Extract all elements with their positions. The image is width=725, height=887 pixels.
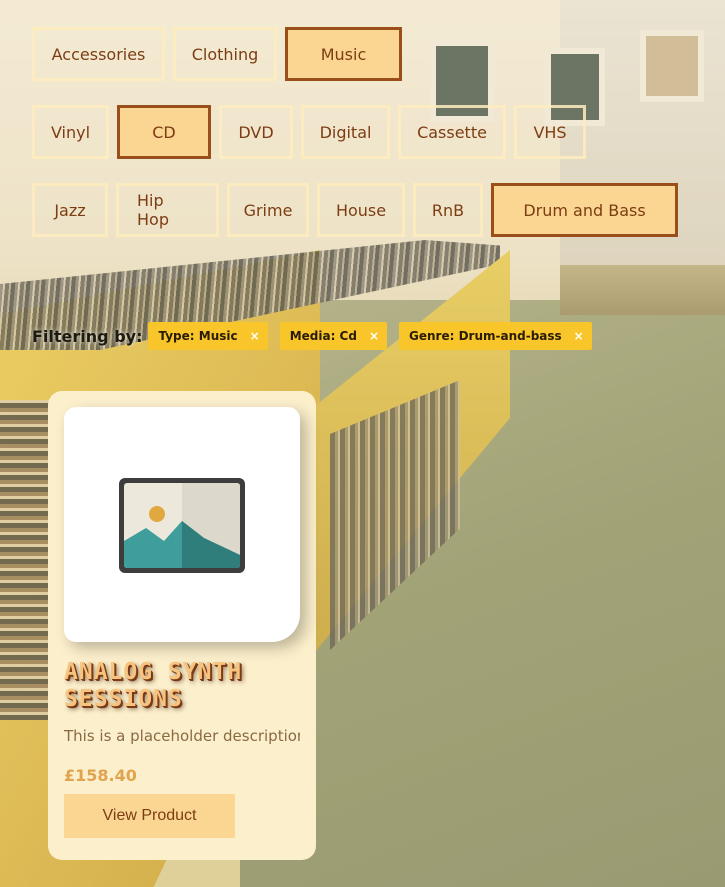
filter-pill-grime[interactable]: Grime <box>227 183 309 237</box>
filter-pill-accessories[interactable]: Accessories <box>32 27 165 81</box>
product-description: This is a placeholder description <box>64 727 300 745</box>
filter-pill-vinyl[interactable]: Vinyl <box>32 105 109 159</box>
type-filter-row: Accessories Clothing Music <box>32 27 410 81</box>
filter-pill-music[interactable]: Music <box>285 27 402 81</box>
filter-pill-rnb[interactable]: RnB <box>413 183 483 237</box>
view-product-button[interactable]: View Product <box>64 794 235 838</box>
active-filter-chip: Type: Music × <box>148 322 268 350</box>
chip-label: Type: Music <box>158 329 238 343</box>
product-title: Analog Synth Sessions <box>64 659 243 712</box>
filter-pill-house[interactable]: House <box>317 183 405 237</box>
filter-pill-cassette[interactable]: Cassette <box>398 105 506 159</box>
filtering-label: Filtering by: <box>32 326 143 346</box>
filter-pill-cd[interactable]: CD <box>117 105 211 159</box>
filter-pill-vhs[interactable]: VHS <box>514 105 586 159</box>
active-filter-chip: Media: Cd × <box>279 322 388 350</box>
active-filter-chip: Genre: Drum-and-bass × <box>399 322 592 350</box>
filter-pill-digital[interactable]: Digital <box>301 105 390 159</box>
remove-filter-icon[interactable]: × <box>369 329 379 343</box>
filter-pill-jazz[interactable]: Jazz <box>32 183 108 237</box>
product-card[interactable]: Analog Synth Sessions This is a placehol… <box>48 391 316 860</box>
filter-pill-hip-hop[interactable]: Hip Hop <box>116 183 219 237</box>
image-placeholder-icon <box>119 478 245 573</box>
genre-filter-row: Jazz Hip Hop Grime House RnB Drum and Ba… <box>32 183 686 237</box>
filter-pill-clothing[interactable]: Clothing <box>173 27 277 81</box>
chip-label: Genre: Drum-and-bass <box>409 329 562 343</box>
filter-pill-dvd[interactable]: DVD <box>219 105 293 159</box>
media-filter-row: Vinyl CD DVD Digital Cassette VHS <box>32 105 594 159</box>
product-price: £158.40 <box>64 766 137 785</box>
filter-pill-drum-and-bass[interactable]: Drum and Bass <box>491 183 678 237</box>
chip-label: Media: Cd <box>289 329 357 343</box>
remove-filter-icon[interactable]: × <box>250 329 260 343</box>
product-image[interactable] <box>64 407 300 642</box>
remove-filter-icon[interactable]: × <box>574 329 584 343</box>
active-filters: Filtering by: Type: Music × Media: Cd × … <box>32 322 604 350</box>
